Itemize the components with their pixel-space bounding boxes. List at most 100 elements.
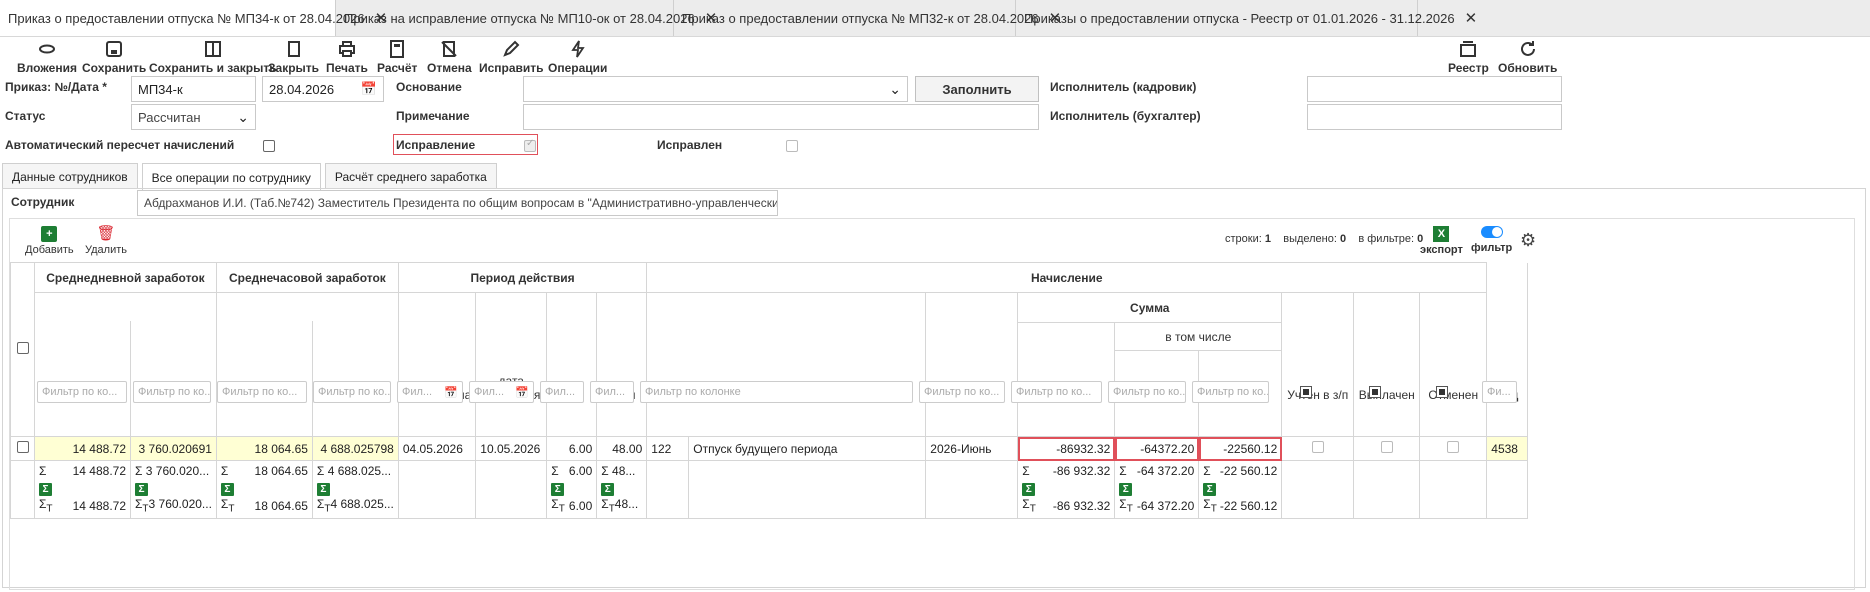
filter-sum-total[interactable]: Фильтр по ко... bbox=[1011, 381, 1102, 403]
header-code[interactable]: Код bbox=[1486, 262, 1529, 437]
filter-period[interactable]: Фильтр по ко... bbox=[919, 381, 1005, 403]
refresh-button[interactable]: Обновить bbox=[1498, 40, 1557, 75]
cell-date-start[interactable]: 04.05.2026 bbox=[397, 436, 477, 461]
row-checkbox[interactable] bbox=[16, 441, 29, 453]
order-date-input[interactable]: 28.04.2026 📅 bbox=[262, 76, 384, 102]
table-row[interactable]: 14 488.72 3 760.020691 18 064.65 4 688.0… bbox=[10, 436, 1529, 461]
filter-days[interactable]: Фил... bbox=[540, 381, 584, 403]
fixed-checkbox[interactable] bbox=[786, 140, 798, 152]
sum-icon[interactable]: Σ bbox=[601, 483, 615, 496]
fix-button[interactable]: Исправить bbox=[479, 40, 544, 75]
cancel-button[interactable]: Отмена bbox=[427, 40, 472, 75]
select-all-checkbox[interactable] bbox=[16, 342, 29, 354]
tab-avg-earnings[interactable]: Расчёт среднего заработка bbox=[324, 163, 497, 189]
gear-icon[interactable]: ⚙ bbox=[1520, 230, 1536, 251]
sum-icon[interactable]: Σ bbox=[1022, 483, 1036, 496]
attachments-button[interactable]: Вложения bbox=[17, 40, 77, 75]
add-button[interactable]: + Добавить bbox=[25, 226, 74, 256]
save-button[interactable]: Сохранить bbox=[82, 40, 146, 75]
close-icon[interactable]: ✕ bbox=[1465, 9, 1478, 27]
filter-counted-checkbox[interactable] bbox=[1300, 386, 1312, 398]
save-close-button[interactable]: Сохранить и закрыть bbox=[149, 40, 277, 75]
filter-date-end[interactable]: Фил... 📅 bbox=[469, 381, 534, 403]
header-day-total[interactable]: всего bbox=[35, 321, 131, 436]
header-sum-total[interactable]: всего bbox=[1017, 322, 1116, 437]
cancelled-checkbox[interactable] bbox=[1447, 441, 1460, 453]
doc-tab-mp34[interactable]: Приказ о предоставлении отпуска № МП34-к… bbox=[0, 0, 387, 36]
filter-hour-total[interactable]: Фильтр по ко... bbox=[217, 381, 307, 403]
header-hour-total[interactable]: всего bbox=[217, 321, 313, 436]
fix-flag-checkbox[interactable]: ✓ bbox=[524, 138, 536, 152]
filter-cancelled-checkbox[interactable] bbox=[1436, 386, 1448, 398]
filter-day-rk[interactable]: Фильтр по ко... bbox=[133, 381, 211, 403]
header-operation[interactable]: операция bbox=[646, 292, 927, 437]
header-counted[interactable]: Учтен в з/п bbox=[1281, 292, 1355, 437]
cell-hour-rk[interactable]: 4 688.025798 bbox=[311, 436, 399, 461]
calendar-icon[interactable]: 📅 bbox=[515, 386, 529, 399]
filter-code[interactable]: Фи... bbox=[1482, 381, 1517, 403]
cell-date-end[interactable]: 10.05.2026 bbox=[475, 436, 548, 461]
header-cancelled[interactable]: Отменен bbox=[1419, 292, 1488, 437]
operations-button[interactable]: Операции bbox=[548, 40, 607, 75]
auto-recalc-checkbox[interactable] bbox=[263, 140, 275, 152]
filter-operation[interactable]: Фильтр по колонке bbox=[640, 381, 913, 403]
sum-icon[interactable]: Σ bbox=[1203, 483, 1217, 496]
filter-day-total[interactable]: Фильтр по ко... bbox=[37, 381, 127, 403]
calendar-icon[interactable]: 📅 bbox=[444, 386, 458, 399]
header-date-end[interactable]: дата окончания bbox=[475, 292, 548, 437]
header-date-start[interactable]: дата начала bbox=[397, 292, 477, 437]
cell-day-rk[interactable]: 3 760.020691 bbox=[130, 436, 217, 461]
totals-row: Σ 14 488.72 Σ ΣT 14 488.72 Σ 3 760.020... Σ ΣT… bbox=[10, 460, 1529, 519]
header-paid[interactable]: Выплачен bbox=[1353, 292, 1421, 437]
note-input[interactable] bbox=[523, 104, 1039, 130]
registry-button[interactable]: Реестр bbox=[1448, 40, 1489, 75]
filter-date-start[interactable]: Фил... 📅 bbox=[397, 381, 463, 403]
filter-toggle[interactable]: фильтр bbox=[1471, 226, 1512, 254]
order-number-input[interactable]: МП34-к bbox=[131, 76, 256, 102]
filter-sum-no-rk[interactable]: Фильтр по ко... bbox=[1108, 381, 1186, 403]
filter-hours[interactable]: Фил... bbox=[590, 381, 634, 403]
hr-executor-input[interactable] bbox=[1307, 76, 1562, 102]
doc-tab-registry[interactable]: Приказы о предоставлении отпуска - Реест… bbox=[1016, 0, 1477, 36]
cell-op-code[interactable]: 122 bbox=[646, 436, 690, 461]
sum-icon[interactable]: Σ bbox=[39, 483, 52, 496]
calendar-icon[interactable]: 📅 bbox=[361, 81, 377, 97]
tab-employee-data[interactable]: Данные сотрудников bbox=[2, 163, 138, 189]
cell-sum-rk[interactable]: -22560.12 bbox=[1198, 436, 1283, 461]
cell-day-total[interactable]: 14 488.72 bbox=[34, 436, 131, 461]
sum-icon[interactable]: Σ bbox=[220, 483, 234, 496]
doc-tab-mp32[interactable]: Приказ о предоставлении отпуска № МП32-к… bbox=[674, 0, 1061, 36]
filter-sum-rk[interactable]: Фильтр по ко... bbox=[1192, 381, 1269, 403]
cell-period[interactable]: 2026-Июнь bbox=[925, 436, 1019, 461]
delete-button[interactable]: 🗑 Удалить bbox=[85, 226, 127, 257]
basis-select[interactable]: ⌄ bbox=[523, 76, 908, 102]
cell-code[interactable]: 4538 bbox=[1486, 436, 1529, 461]
sum-icon[interactable]: Σ bbox=[135, 483, 148, 496]
header-period-col[interactable]: период bbox=[925, 292, 1019, 437]
filter-hour-rk[interactable]: Фильтр по ко... bbox=[313, 381, 391, 403]
acc-executor-input[interactable] bbox=[1307, 104, 1562, 130]
print-button[interactable]: Печать bbox=[326, 40, 368, 75]
header-hours[interactable]: часы bbox=[596, 292, 648, 437]
paid-checkbox[interactable] bbox=[1380, 441, 1393, 453]
cell-op-name[interactable]: Отпуск будущего периода bbox=[688, 436, 927, 461]
status-select[interactable]: Рассчитан ⌄ bbox=[131, 104, 256, 130]
filter-paid-checkbox[interactable] bbox=[1369, 386, 1381, 398]
header-days[interactable]: дни bbox=[546, 292, 598, 437]
close-button[interactable]: Закрыть bbox=[268, 40, 319, 75]
cell-sum-total[interactable]: -86932.32 bbox=[1017, 436, 1116, 461]
cell-sum-no-rk[interactable]: -64372.20 bbox=[1114, 436, 1200, 461]
cell-hours[interactable]: 48.00 bbox=[596, 436, 648, 461]
employee-input[interactable]: Абдрахманов И.И. (Таб.№742) Заместитель … bbox=[137, 190, 778, 216]
export-button[interactable]: X экспорт bbox=[1420, 226, 1463, 256]
cell-days[interactable]: 6.00 bbox=[546, 436, 598, 461]
sum-icon[interactable]: Σ bbox=[1119, 483, 1133, 496]
tab-all-operations[interactable]: Все операции по сотруднику bbox=[141, 163, 321, 191]
sum-icon[interactable]: Σ bbox=[316, 483, 330, 496]
calc-button[interactable]: Расчёт bbox=[377, 40, 417, 75]
counted-checkbox[interactable] bbox=[1311, 441, 1324, 453]
doc-tab-mp10[interactable]: Приказ на исправление отпуска № МП10-ок … bbox=[336, 0, 717, 36]
fill-button[interactable]: Заполнить bbox=[915, 76, 1039, 102]
sum-icon[interactable]: Σ bbox=[551, 483, 565, 496]
cell-hour-total[interactable]: 18 064.65 bbox=[215, 436, 313, 461]
